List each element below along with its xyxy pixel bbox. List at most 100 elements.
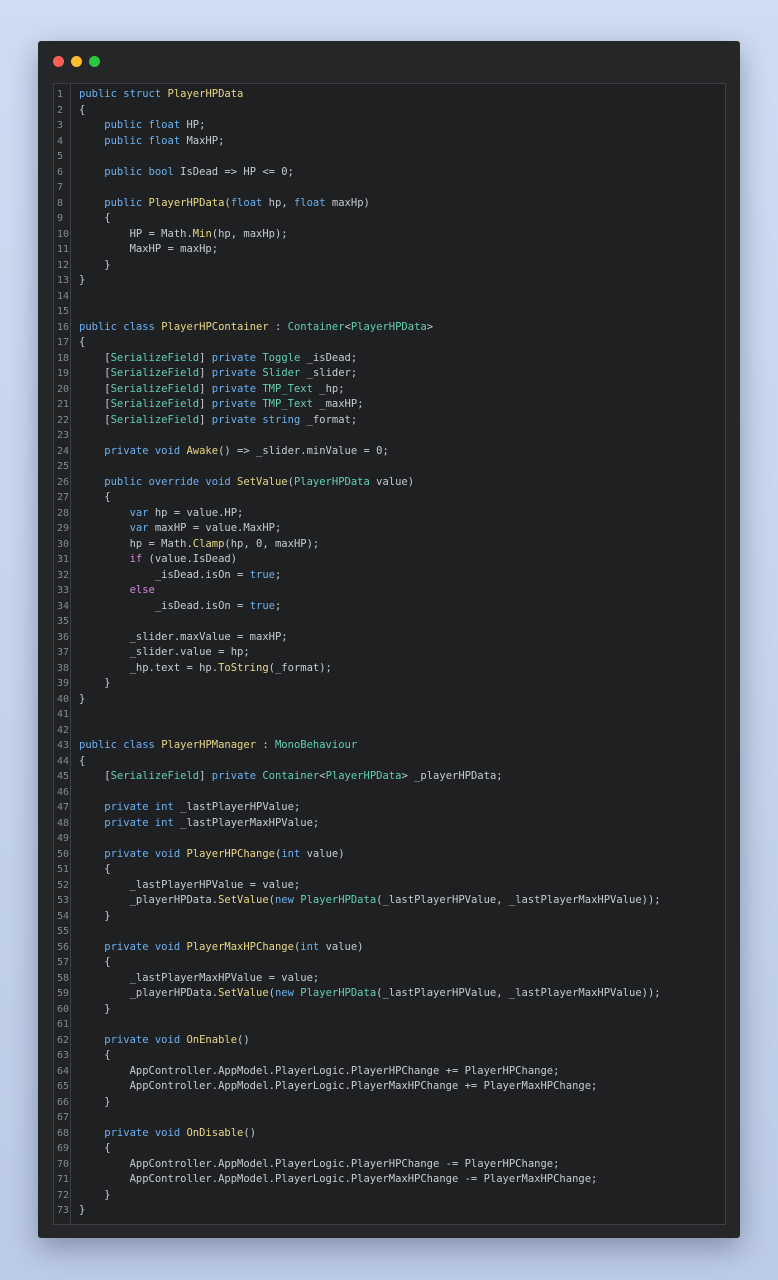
- code-token: private void: [79, 1033, 187, 1046]
- code-token: }: [79, 1095, 111, 1108]
- code-line: 3 public float HP;: [54, 118, 725, 134]
- code-token: (hp, maxHp);: [211, 227, 288, 240]
- code-token: public class: [79, 739, 162, 751]
- code-line: 50 private void PlayerHPChange(int value…: [54, 847, 725, 863]
- code-token: }: [79, 1204, 86, 1216]
- code-token: new: [274, 894, 301, 906]
- code-line: 26 public override void SetValue(PlayerH…: [54, 475, 725, 491]
- line-number: 32: [57, 569, 70, 581]
- line-number: 33: [57, 585, 70, 596]
- code-line: 72 }: [54, 1188, 725, 1204]
- code-token: float: [230, 196, 269, 209]
- code-token: value): [376, 475, 415, 488]
- code-token: [: [79, 351, 111, 364]
- code-editor[interactable]: 1 public struct PlayerHPData 2{3 public fl…: [53, 83, 726, 1225]
- code-token: _slider.value = hp;: [79, 646, 250, 658]
- code-token: private void: [79, 847, 187, 860]
- line-number: 16: [57, 321, 70, 333]
- code-token: Awake: [186, 444, 219, 457]
- line-code: private void OnEnable(): [79, 1033, 249, 1049]
- line-number: 34: [57, 600, 70, 612]
- line-code: private void OnDisable(): [79, 1126, 256, 1142]
- code-token: private void: [79, 940, 187, 953]
- code-line: 12 }: [54, 258, 725, 274]
- code-line: 35: [54, 614, 725, 630]
- code-token: }: [79, 692, 86, 705]
- code-line: 60 }: [54, 1002, 725, 1018]
- code-token: PlayerHPChange: [186, 847, 275, 860]
- code-token: [: [79, 382, 111, 395]
- minimize-dot-icon[interactable]: [71, 56, 82, 67]
- code-token: OnDisable: [186, 1126, 244, 1139]
- line-number: 7: [57, 182, 64, 193]
- code-token: maxHp): [331, 196, 370, 209]
- code-token: _format;: [306, 413, 358, 426]
- code-token: > _playerHPData;: [401, 770, 503, 782]
- code-line: 70 AppController.AppModel.PlayerLogic.Pl…: [54, 1157, 725, 1173]
- code-token: SetValue: [218, 987, 269, 999]
- code-token: AppController.AppModel.PlayerLogic.Playe…: [79, 1080, 598, 1092]
- code-token: hp = Math.: [79, 537, 193, 550]
- code-line: 8 public PlayerHPData(float hp, float ma…: [54, 196, 725, 212]
- line-code: public PlayerHPData(float hp, float maxH…: [79, 196, 370, 212]
- line-code: AppController.AppModel.PlayerLogic.Playe…: [79, 1172, 598, 1188]
- code-line: 67: [54, 1110, 725, 1126]
- code-token: (): [243, 1126, 257, 1139]
- code-token: else: [79, 584, 155, 596]
- line-code: [SerializeField] private Container<Playe…: [79, 769, 503, 785]
- code-token: if: [79, 553, 149, 565]
- code-token: TMP_Text: [262, 382, 320, 395]
- line-number: 57: [57, 957, 70, 968]
- line-number: 69: [57, 1143, 70, 1154]
- line-number: 68: [57, 1127, 70, 1139]
- maximize-dot-icon[interactable]: [89, 56, 100, 67]
- line-number: 11: [57, 244, 70, 255]
- line-number: 15: [57, 306, 70, 317]
- code-token: public struct: [79, 88, 168, 100]
- line-code: }: [79, 1095, 111, 1111]
- line-number: 42: [57, 724, 70, 736]
- code-token: Container: [287, 320, 345, 333]
- close-dot-icon[interactable]: [53, 56, 64, 67]
- code-token: PlayerHPData: [167, 88, 244, 100]
- code-token: SerializeField: [110, 398, 200, 410]
- code-token: {: [79, 956, 111, 968]
- code-token: _playerHPData.: [79, 894, 219, 906]
- line-number: 18: [57, 352, 70, 364]
- code-token: () => _slider.minValue = 0;: [218, 444, 389, 457]
- line-code: hp = Math.Clamp(hp, 0, maxHP);: [79, 537, 320, 553]
- line-number: 22: [57, 414, 70, 426]
- code-line: 61: [54, 1017, 725, 1033]
- line-number: 1: [57, 89, 64, 100]
- code-line: 10 HP = Math.Min(hp, maxHp);: [54, 227, 725, 243]
- line-number: 44: [57, 755, 70, 767]
- code-token: >: [426, 320, 434, 333]
- line-number: 73: [57, 1205, 70, 1216]
- line-code: _playerHPData.SetValue(new PlayerHPData(…: [79, 986, 661, 1002]
- code-token: ]: [199, 770, 212, 782]
- line-number: 63: [57, 1050, 70, 1061]
- line-code: private void PlayerHPChange(int value): [79, 847, 344, 863]
- code-line: 36 _slider.maxValue = maxHP;: [54, 630, 725, 646]
- line-code: _lastPlayerMaxHPValue = value;: [79, 971, 320, 987]
- line-code: _playerHPData.SetValue(new PlayerHPData(…: [79, 893, 661, 909]
- code-token: [: [79, 413, 111, 426]
- line-code: public struct PlayerHPData: [79, 87, 243, 103]
- code-token: public class: [79, 320, 162, 333]
- line-code: }: [79, 676, 110, 692]
- code-line: 21 [SerializeField] private TMP_Text _ma…: [54, 397, 725, 413]
- code-line: 52 _lastPlayerHPValue = value;: [54, 878, 725, 894]
- code-line: 11 MaxHP = maxHp;: [54, 242, 725, 258]
- code-token: private string: [211, 413, 307, 426]
- line-code: AppController.AppModel.PlayerLogic.Playe…: [79, 1064, 560, 1080]
- line-number: 30: [57, 538, 70, 550]
- code-token: }: [79, 1002, 111, 1015]
- code-token: [: [79, 367, 111, 379]
- code-line: 69 {: [54, 1141, 725, 1157]
- line-number: 62: [57, 1034, 70, 1046]
- code-token: {: [79, 491, 111, 503]
- code-token: _lastPlayerMaxHPValue;: [180, 816, 320, 829]
- line-code: HP = Math.Min(hp, maxHp);: [79, 227, 288, 243]
- line-number: 23: [57, 430, 70, 441]
- code-token: ToString: [218, 661, 269, 674]
